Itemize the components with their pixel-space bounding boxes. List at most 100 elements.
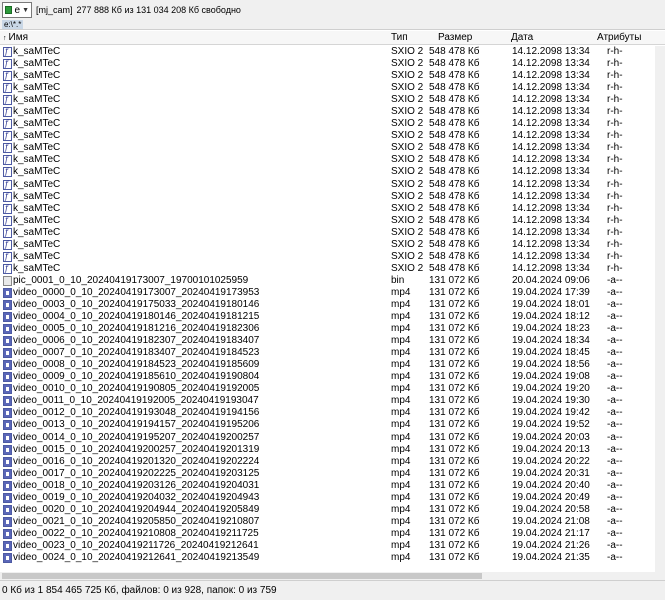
file-row[interactable]: video_0012_0_10_20240419193048_202404191…	[0, 407, 665, 419]
file-date: 14.12.2098 13:34	[512, 202, 590, 214]
file-row[interactable]: video_0003_0_10_20240419175033_202404191…	[0, 299, 665, 311]
file-row[interactable]: video_0020_0_10_20240419204944_202404192…	[0, 504, 665, 516]
file-icon	[3, 142, 12, 154]
file-row[interactable]: k_saMTeC SXIO 2 548 478 Кб 14.12.2098 13:34…	[0, 142, 665, 154]
file-type: mp4	[391, 407, 411, 419]
column-header-attributes[interactable]: Атрибуты	[597, 31, 641, 45]
file-type: mp4	[391, 311, 411, 323]
file-date: 19.04.2024 19:30	[512, 395, 590, 407]
file-icon	[3, 203, 12, 215]
file-size: 131 072 Кб	[429, 539, 480, 551]
file-row[interactable]: k_saMTeC SXIO 2 548 478 Кб 14.12.2098 13:34…	[0, 130, 665, 142]
file-row[interactable]: k_saMTeC SXIO 2 548 478 Кб 14.12.2098 13:34…	[0, 239, 665, 251]
file-type: SXIO 2	[391, 82, 424, 94]
file-row[interactable]: k_saMTeC SXIO 2 548 478 Кб 14.12.2098 13:34…	[0, 94, 665, 106]
file-date: 19.04.2024 20:13	[512, 443, 590, 455]
file-date: 19.04.2024 21:26	[512, 539, 590, 551]
file-row[interactable]: video_0023_0_10_20240419211726_202404192…	[0, 540, 665, 552]
file-size: 548 478 Кб	[429, 226, 480, 238]
file-name: k_saMTeC	[13, 202, 61, 214]
file-date: 19.04.2024 17:39	[512, 286, 590, 298]
column-header-size[interactable]: Размер	[438, 31, 472, 45]
video-file-icon	[3, 348, 12, 359]
file-date: 19.04.2024 20:31	[512, 467, 590, 479]
file-attributes: r-h-	[607, 178, 623, 190]
file-row[interactable]: k_saMTeC SXIO 2 548 478 Кб 14.12.2098 13:34…	[0, 46, 665, 58]
file-name: video_0007_0_10_20240419183407_202404191…	[13, 347, 260, 359]
file-row[interactable]: video_0005_0_10_20240419181216_202404191…	[0, 323, 665, 335]
file-row[interactable]: video_0024_0_10_20240419212641_202404192…	[0, 552, 665, 564]
file-row[interactable]: video_0013_0_10_20240419194157_202404191…	[0, 419, 665, 431]
horizontal-scrollbar-thumb[interactable]	[2, 573, 482, 579]
file-attributes: r-h-	[607, 130, 623, 142]
file-icon	[3, 106, 12, 118]
file-size: 548 478 Кб	[429, 262, 480, 274]
file-row[interactable]: video_0009_0_10_20240419185610_202404191…	[0, 371, 665, 383]
file-row[interactable]: video_0017_0_10_20240419202225_202404192…	[0, 468, 665, 480]
file-row[interactable]: video_0016_0_10_20240419201320_202404192…	[0, 456, 665, 468]
drive-selector[interactable]: e ▼	[2, 2, 32, 18]
file-date: 14.12.2098 13:34	[512, 154, 590, 166]
vertical-scrollbar[interactable]	[655, 46, 665, 580]
current-path: e:\*.*	[2, 20, 24, 29]
file-row[interactable]: k_saMTeC SXIO 2 548 478 Кб 14.12.2098 13:34…	[0, 70, 665, 82]
drive-label: [mj_cam]	[36, 5, 73, 15]
file-attributes: r-h-	[607, 166, 623, 178]
file-row[interactable]: k_saMTeC SXIO 2 548 478 Кб 14.12.2098 13:34…	[0, 166, 665, 178]
file-row[interactable]: video_0011_0_10_20240419192005_202404191…	[0, 395, 665, 407]
file-row[interactable]: k_saMTeC SXIO 2 548 478 Кб 14.12.2098 13:34…	[0, 227, 665, 239]
file-icon	[3, 179, 12, 191]
file-type: mp4	[391, 359, 411, 371]
file-attributes: -a--	[607, 371, 623, 383]
file-date: 14.12.2098 13:34	[512, 250, 590, 262]
file-row[interactable]: k_saMTeC SXIO 2 548 478 Кб 14.12.2098 13:34…	[0, 251, 665, 263]
file-size: 131 072 Кб	[429, 323, 480, 335]
file-row[interactable]: video_0010_0_10_20240419190805_202404191…	[0, 383, 665, 395]
file-date: 14.12.2098 13:34	[512, 226, 590, 238]
file-size: 131 072 Кб	[429, 479, 480, 491]
video-file-icon	[3, 528, 12, 539]
file-row[interactable]: k_saMTeC SXIO 2 548 478 Кб 14.12.2098 13:34…	[0, 179, 665, 191]
file-row[interactable]: k_saMTeC SXIO 2 548 478 Кб 14.12.2098 13:34…	[0, 106, 665, 118]
file-row[interactable]: k_saMTeC SXIO 2 548 478 Кб 14.12.2098 13:34…	[0, 154, 665, 166]
file-row[interactable]: video_0000_0_10_20240419173007_202404191…	[0, 287, 665, 299]
file-name: video_0015_0_10_20240419200257_202404192…	[13, 443, 260, 455]
column-header-name[interactable]: ↑ Имя	[3, 31, 28, 45]
file-icon	[3, 130, 12, 142]
file-row[interactable]: video_0006_0_10_20240419182307_202404191…	[0, 335, 665, 347]
file-row[interactable]: k_saMTeC SXIO 2 548 478 Кб 14.12.2098 13:34…	[0, 263, 665, 275]
file-attributes: -a--	[607, 539, 623, 551]
path-bar[interactable]: e:\*.*	[0, 20, 665, 30]
file-size: 548 478 Кб	[429, 130, 480, 142]
column-header-date[interactable]: Дата	[511, 31, 533, 45]
file-row[interactable]: video_0008_0_10_20240419184523_202404191…	[0, 359, 665, 371]
binary-file-icon	[3, 275, 12, 286]
file-size: 548 478 Кб	[429, 70, 480, 82]
file-row[interactable]: video_0014_0_10_20240419195207_202404192…	[0, 432, 665, 444]
file-name: k_saMTeC	[13, 178, 61, 190]
file-row[interactable]: video_0007_0_10_20240419183407_202404191…	[0, 347, 665, 359]
file-name: video_0014_0_10_20240419195207_202404192…	[13, 431, 260, 443]
file-name: video_0021_0_10_20240419205850_202404192…	[13, 515, 260, 527]
file-row[interactable]: k_saMTeC SXIO 2 548 478 Кб 14.12.2098 13:34…	[0, 82, 665, 94]
file-list[interactable]: k_saMTeC SXIO 2 548 478 Кб 14.12.2098 13:34…	[0, 46, 665, 580]
file-row[interactable]: video_0019_0_10_20240419204032_202404192…	[0, 492, 665, 504]
file-row[interactable]: k_saMTeC SXIO 2 548 478 Кб 14.12.2098 13:34…	[0, 191, 665, 203]
file-row[interactable]: k_saMTeC SXIO 2 548 478 Кб 14.12.2098 13:34…	[0, 203, 665, 215]
column-header-type[interactable]: Тип	[391, 31, 408, 45]
file-row[interactable]: pic_0001_0_10_20240419173007_19700101025…	[0, 275, 665, 287]
file-row[interactable]: video_0015_0_10_20240419200257_202404192…	[0, 444, 665, 456]
horizontal-scrollbar[interactable]	[0, 572, 655, 580]
file-row[interactable]: video_0018_0_10_20240419203126_202404192…	[0, 480, 665, 492]
file-name: video_0023_0_10_20240419211726_202404192…	[13, 539, 259, 551]
video-file-icon	[3, 312, 12, 323]
file-row[interactable]: k_saMTeC SXIO 2 548 478 Кб 14.12.2098 13:34…	[0, 118, 665, 130]
file-attributes: r-h-	[607, 250, 623, 262]
file-row[interactable]: k_saMTeC SXIO 2 548 478 Кб 14.12.2098 13:34…	[0, 215, 665, 227]
file-attributes: r-h-	[607, 238, 623, 250]
file-row[interactable]: video_0004_0_10_20240419180146_202404191…	[0, 311, 665, 323]
file-row[interactable]: video_0022_0_10_20240419210808_202404192…	[0, 528, 665, 540]
file-row[interactable]: k_saMTeC SXIO 2 548 478 Кб 14.12.2098 13:34…	[0, 58, 665, 70]
file-name: k_saMTeC	[13, 238, 61, 250]
file-row[interactable]: video_0021_0_10_20240419205850_202404192…	[0, 516, 665, 528]
